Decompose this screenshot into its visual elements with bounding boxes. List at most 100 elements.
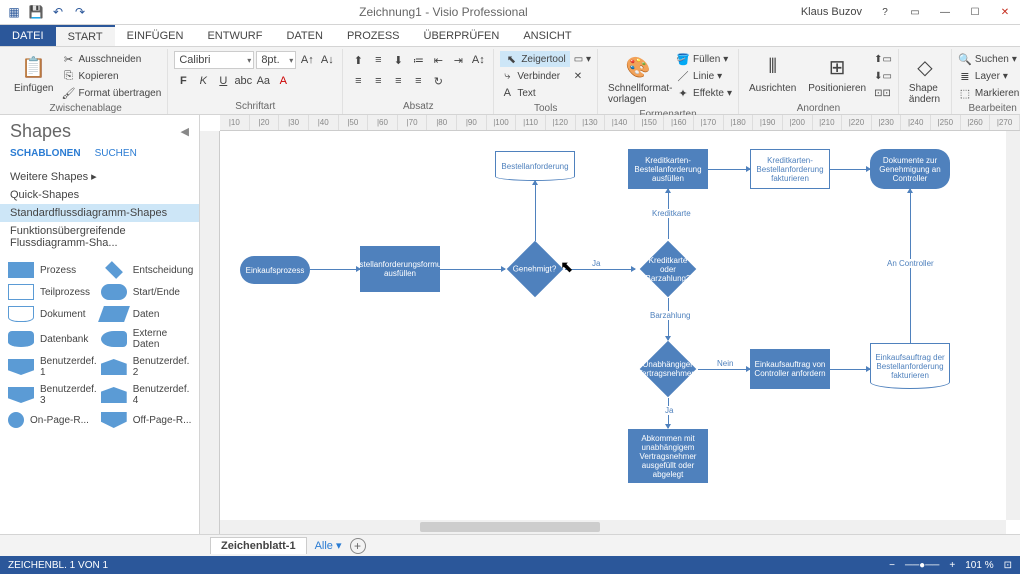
format-painter-button[interactable]: 🖌Format übertragen	[61, 85, 161, 101]
indent-dec-icon[interactable]: ⇤	[429, 51, 447, 69]
redo-icon[interactable]: ↷	[72, 4, 88, 20]
pointer-tool-button[interactable]: ⬉Zeigertool	[500, 51, 569, 67]
italic-button[interactable]: K	[194, 72, 212, 90]
tab-process[interactable]: PROZESS	[335, 25, 412, 46]
page-all-button[interactable]: Alle ▾	[315, 539, 342, 552]
node-reqctrl[interactable]: Einkaufsauftrag von Controller anfordern	[750, 349, 830, 389]
delete-connector-icon[interactable]: ✕	[574, 68, 591, 84]
stencil-data[interactable]: Daten	[101, 306, 194, 322]
group-icon[interactable]: ⊡⊡	[874, 85, 892, 101]
stencil-custom4[interactable]: Benutzerdef. 4	[101, 384, 194, 406]
tab-design[interactable]: ENTWURF	[195, 25, 274, 46]
stencil-offpage-ref[interactable]: Off-Page-R...	[101, 412, 194, 428]
user-name[interactable]: Klaus Buzov	[793, 6, 870, 18]
copy-button[interactable]: ⎘Kopieren	[61, 68, 161, 84]
add-page-button[interactable]: +	[350, 538, 366, 554]
fill-button[interactable]: 🪣Füllen ▾	[676, 51, 732, 67]
align-bottom-icon[interactable]: ⬇	[389, 51, 407, 69]
sort-icon[interactable]: A↕	[469, 51, 487, 69]
quick-styles-button[interactable]: 🎨 Schnellformat-vorlagen	[604, 51, 672, 107]
stencil-custom1[interactable]: Benutzerdef. 1	[8, 356, 97, 378]
align-center-icon[interactable]: ≡	[369, 72, 387, 90]
drawing-canvas[interactable]: Einkaufsprozess Bestellanforderungsformu…	[220, 131, 1006, 534]
text-tool-button[interactable]: AText	[500, 85, 569, 101]
stencil-custom3[interactable]: Benutzerdef. 3	[8, 384, 97, 406]
node-ccinvoice[interactable]: Kreditkarten-Bestellanforderung fakturie…	[750, 149, 830, 189]
node-start[interactable]: Einkaufsprozess	[240, 256, 310, 284]
save-icon[interactable]: 💾	[28, 4, 44, 20]
layer-button[interactable]: ≣Layer ▾	[958, 68, 1020, 84]
ribbon-display-icon[interactable]: ▭	[900, 0, 930, 25]
underline-button[interactable]: U	[214, 72, 232, 90]
zoom-in-icon[interactable]: +	[949, 560, 955, 571]
horizontal-scrollbar[interactable]	[220, 520, 1006, 534]
superscript-button[interactable]: Aa	[254, 72, 272, 90]
tab-insert[interactable]: EINFÜGEN	[115, 25, 196, 46]
paste-button[interactable]: 📋 Einfügen	[10, 51, 57, 96]
indent-inc-icon[interactable]: ⇥	[449, 51, 467, 69]
rotate-icon[interactable]: ↻	[429, 72, 447, 90]
zoom-slider[interactable]: ──●──	[905, 560, 939, 571]
align-left-icon[interactable]: ≡	[349, 72, 367, 90]
tab-review[interactable]: ÜBERPRÜFEN	[412, 25, 512, 46]
fit-page-icon[interactable]: ⊡	[1004, 560, 1012, 571]
strikethrough-button[interactable]: abc	[234, 72, 252, 90]
stencils-tab[interactable]: SCHABLONEN	[10, 148, 81, 159]
node-cardorcash[interactable]: Kreditkarte oder Barzahlung?	[640, 241, 697, 298]
stencil-onpage-ref[interactable]: On-Page-R...	[8, 412, 97, 428]
node-indep[interactable]: Unabhängiger Vertragsnehmer?	[640, 341, 697, 398]
justify-icon[interactable]: ≡	[409, 72, 427, 90]
connector-tool-button[interactable]: ⤷Verbinder	[500, 68, 569, 84]
vertical-scrollbar[interactable]	[1006, 131, 1020, 520]
stencil-database[interactable]: Datenbank	[8, 328, 97, 350]
collapse-icon[interactable]: ◀	[181, 125, 189, 138]
standard-flowchart-item[interactable]: Standardflussdiagramm-Shapes	[0, 204, 199, 222]
maximize-icon[interactable]: ☐	[960, 0, 990, 25]
close-icon[interactable]: ✕	[990, 0, 1020, 25]
stencil-external-data[interactable]: Externe Daten	[101, 328, 194, 350]
minimize-icon[interactable]: —	[930, 0, 960, 25]
help-icon[interactable]: ?	[870, 0, 900, 25]
tab-data[interactable]: DATEN	[274, 25, 334, 46]
font-size-combo[interactable]: 8pt.	[256, 51, 296, 69]
select-button[interactable]: ⬚Markieren ▾	[958, 85, 1020, 101]
node-fillform[interactable]: Bestellanforderungsformular ausfüllen	[360, 246, 440, 292]
align-top-icon[interactable]: ⬆	[349, 51, 367, 69]
undo-icon[interactable]: ↶	[50, 4, 66, 20]
tab-file[interactable]: DATEI	[0, 25, 56, 46]
more-shapes-item[interactable]: Weitere Shapes ▸	[0, 167, 199, 186]
tab-start[interactable]: START	[56, 25, 115, 46]
scrollbar-thumb[interactable]	[420, 522, 600, 532]
stencil-custom2[interactable]: Benutzerdef. 2	[101, 356, 194, 378]
cross-functional-item[interactable]: Funktionsübergreifende Flussdiagramm-Sha…	[0, 222, 199, 252]
bring-front-icon[interactable]: ⬆▭	[874, 51, 892, 67]
find-button[interactable]: 🔍Suchen ▾	[958, 51, 1020, 67]
stencil-subprocess[interactable]: Teilprozess	[8, 284, 97, 300]
send-back-icon[interactable]: ⬇▭	[874, 68, 892, 84]
font-color-button[interactable]: A	[274, 72, 292, 90]
cut-button[interactable]: ✂Ausschneiden	[61, 51, 161, 67]
bold-button[interactable]: F	[174, 72, 192, 90]
stencil-decision[interactable]: Entscheidung	[101, 262, 194, 278]
node-docs[interactable]: Dokumente zur Genehmigung an Controller	[870, 149, 950, 189]
bullets-icon[interactable]: ≔	[409, 51, 427, 69]
node-invoicereq[interactable]: Einkaufsauftrag der Bestellanforderung f…	[870, 343, 950, 389]
node-agreement[interactable]: Abkommen mit unabhängigem Vertragsnehmer…	[628, 429, 708, 483]
stencil-document[interactable]: Dokument	[8, 306, 97, 322]
shrink-font-icon[interactable]: A↓	[318, 51, 336, 69]
align-middle-icon[interactable]: ≡	[369, 51, 387, 69]
grow-font-icon[interactable]: A↑	[298, 51, 316, 69]
rectangle-tool-icon[interactable]: ▭ ▾	[574, 51, 591, 67]
node-approved[interactable]: Genehmigt?	[507, 241, 564, 298]
effects-button[interactable]: ✦Effekte ▾	[676, 85, 732, 101]
change-shape-button[interactable]: ◇Shape ändern	[905, 51, 945, 107]
page-tab-1[interactable]: Zeichenblatt-1	[210, 537, 307, 554]
zoom-out-icon[interactable]: −	[889, 560, 895, 571]
node-ccfill[interactable]: Kreditkarten-Bestellanforderung ausfülle…	[628, 149, 708, 189]
search-tab[interactable]: SUCHEN	[95, 148, 137, 159]
line-button[interactable]: ／Linie ▾	[676, 68, 732, 84]
quick-shapes-item[interactable]: Quick-Shapes	[0, 186, 199, 204]
position-button[interactable]: ⊞Positionieren	[804, 51, 870, 96]
tab-view[interactable]: ANSICHT	[511, 25, 583, 46]
font-name-combo[interactable]: Calibri	[174, 51, 254, 69]
